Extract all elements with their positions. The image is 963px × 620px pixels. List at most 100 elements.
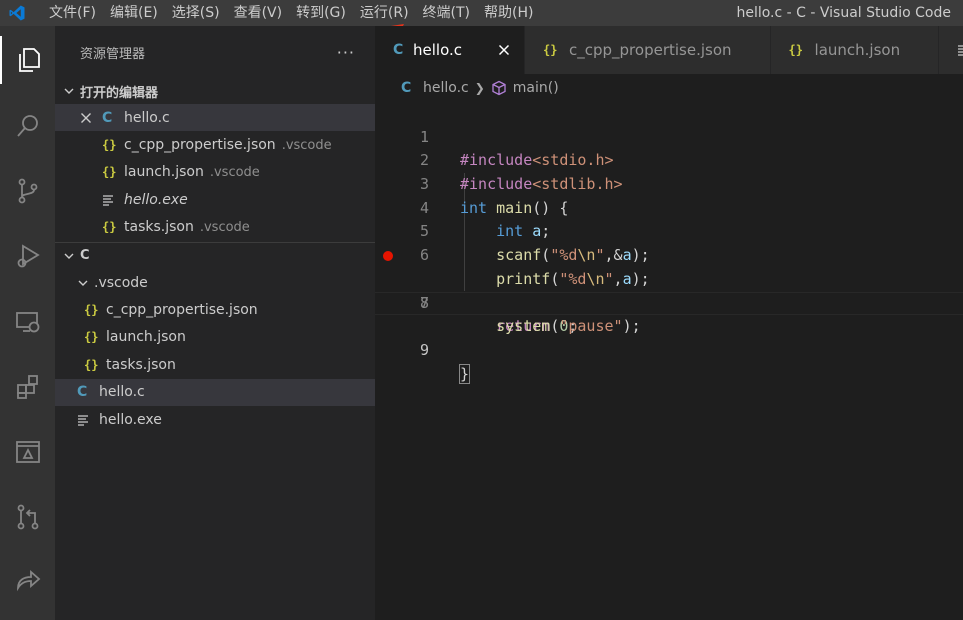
tree-item-name: hello.c bbox=[99, 384, 145, 401]
explorer-sidebar: 资源管理器 ··· 打开的编辑器 C hello.c {} c_cpp_prop… bbox=[55, 26, 375, 620]
chevron-down-icon bbox=[75, 275, 91, 291]
open-editor-desc: .vscode bbox=[281, 137, 332, 153]
pull-requests-icon[interactable] bbox=[0, 493, 55, 541]
menu-selection[interactable]: 选择(S) bbox=[165, 0, 227, 26]
tree-folder-vscode[interactable]: .vscode bbox=[55, 269, 375, 296]
live-share-icon[interactable] bbox=[0, 556, 55, 604]
code-line: 8 system("pause"); bbox=[375, 268, 963, 336]
open-editor-desc: .vscode bbox=[209, 164, 260, 180]
more-actions-button[interactable]: ··· bbox=[337, 43, 355, 62]
folder-label: C bbox=[80, 248, 90, 264]
text-file-icon bbox=[77, 414, 99, 426]
open-editor-name: hello.c bbox=[124, 109, 170, 126]
code-token: system bbox=[496, 317, 551, 336]
json-file-icon: {} bbox=[102, 165, 117, 180]
editor-tabs: C hello.c {} c_cpp_propertise.json {} la… bbox=[375, 26, 963, 74]
json-file-icon: {} bbox=[102, 138, 117, 153]
code-line: 7 return 0; bbox=[375, 244, 963, 335]
chevron-down-icon bbox=[61, 248, 77, 264]
breadcrumb-file[interactable]: hello.c bbox=[423, 80, 469, 96]
code-line: 2 #include<stdlib.h> bbox=[375, 126, 963, 193]
code-token: "pause" bbox=[559, 317, 623, 336]
open-editor-name: hello.exe bbox=[124, 191, 188, 208]
close-icon[interactable] bbox=[80, 112, 102, 124]
vscode-logo-icon bbox=[0, 0, 34, 26]
code-editor[interactable]: 1 #include<stdio.h> 2 #include<stdlib.h>… bbox=[375, 102, 963, 384]
json-file-icon: {} bbox=[84, 357, 99, 372]
code-token: } bbox=[458, 363, 471, 384]
tab-c-cpp-propertise[interactable]: {} c_cpp_propertise.json bbox=[525, 26, 771, 74]
tab-label: hello.c bbox=[413, 41, 462, 59]
open-editor-name: launch.json bbox=[124, 164, 204, 181]
tree-item[interactable]: C hello.c bbox=[55, 378, 375, 406]
open-editor-desc: .vscode bbox=[199, 219, 250, 235]
menu-view[interactable]: 查看(V) bbox=[227, 0, 290, 26]
tree-item[interactable]: {} launch.json bbox=[55, 324, 375, 351]
chevron-right-icon: ❯ bbox=[474, 81, 485, 95]
breakpoint-icon[interactable] bbox=[383, 251, 393, 262]
c-file-icon: C bbox=[393, 42, 404, 58]
title-bar: 文件(F) 编辑(E) 选择(S) 查看(V) 转到(G) 运行(R) 终端(T… bbox=[0, 0, 963, 26]
code-line: 5 scanf("%d\n",&a); bbox=[375, 197, 963, 264]
activity-bar bbox=[0, 26, 55, 620]
tab-hello-c[interactable]: C hello.c bbox=[375, 26, 525, 74]
tree-item[interactable]: {} c_cpp_propertise.json bbox=[55, 296, 375, 323]
tree-item-name: launch.json bbox=[106, 329, 186, 346]
code-line: 1 #include<stdio.h> bbox=[375, 102, 963, 170]
tree-item-name: tasks.json bbox=[106, 356, 176, 373]
open-editor-item[interactable]: {} c_cpp_propertise.json .vscode bbox=[55, 131, 375, 158]
sidebar-header: 资源管理器 ··· bbox=[55, 26, 375, 78]
open-editor-name: c_cpp_propertise.json bbox=[124, 137, 276, 154]
json-file-icon: {} bbox=[543, 43, 558, 57]
tab-label: launch.json bbox=[814, 41, 901, 59]
text-file-icon bbox=[102, 194, 124, 206]
tree-folder-name: .vscode bbox=[94, 274, 148, 291]
folder-header[interactable]: C bbox=[55, 243, 375, 269]
code-line-current: 9 } bbox=[375, 291, 963, 384]
code-token: ( bbox=[550, 317, 560, 336]
code-line: 6 printf("%d\n",a); bbox=[375, 220, 963, 288]
tab-launch-json[interactable]: {} launch.json bbox=[770, 26, 940, 74]
c-file-icon: C bbox=[401, 80, 412, 96]
extensions-icon[interactable] bbox=[0, 363, 55, 411]
tree-item[interactable]: {} tasks.json bbox=[55, 351, 375, 378]
close-icon[interactable] bbox=[498, 44, 510, 56]
tab-label: c_cpp_propertise.json bbox=[569, 41, 732, 59]
json-file-icon: {} bbox=[84, 330, 99, 345]
open-editor-item[interactable]: hello.exe bbox=[55, 186, 375, 213]
open-editors-label: 打开的编辑器 bbox=[80, 85, 159, 101]
menu-edit[interactable]: 编辑(E) bbox=[103, 0, 165, 26]
tree-item-name: hello.exe bbox=[99, 411, 162, 428]
code-line: 4 int a; bbox=[375, 173, 963, 241]
json-file-icon: {} bbox=[102, 220, 117, 235]
open-editors-header[interactable]: 打开的编辑器 bbox=[55, 78, 375, 104]
editor-area: C hello.c {} c_cpp_propertise.json {} la… bbox=[375, 26, 963, 620]
open-editor-item[interactable]: C hello.c bbox=[55, 104, 375, 132]
code-token: ); bbox=[622, 317, 641, 336]
cube-icon bbox=[491, 80, 507, 96]
testing-icon[interactable] bbox=[0, 428, 55, 476]
open-editor-item[interactable]: {} tasks.json .vscode bbox=[55, 214, 375, 241]
c-file-icon: C bbox=[102, 109, 113, 126]
breadcrumb-symbol[interactable]: main() bbox=[513, 80, 559, 96]
menu-help[interactable]: 帮助(H) bbox=[477, 0, 540, 26]
remote-explorer-icon[interactable] bbox=[0, 298, 55, 346]
explorer-icon[interactable] bbox=[0, 36, 55, 84]
tree-item-name: c_cpp_propertise.json bbox=[106, 302, 258, 319]
source-control-icon[interactable] bbox=[0, 167, 55, 215]
menu-terminal[interactable]: 终端(T) bbox=[416, 0, 477, 26]
open-editor-item[interactable]: {} launch.json .vscode bbox=[55, 159, 375, 186]
current-line-highlight bbox=[375, 291, 963, 316]
run-debug-icon[interactable] bbox=[0, 232, 55, 280]
open-editor-name: tasks.json bbox=[124, 219, 194, 236]
breadcrumb: C hello.c ❯ main() bbox=[375, 74, 963, 102]
json-file-icon: {} bbox=[788, 43, 803, 57]
json-file-icon: {} bbox=[84, 303, 99, 318]
chevron-down-icon bbox=[61, 83, 77, 99]
tree-item[interactable]: hello.exe bbox=[55, 406, 375, 433]
search-icon[interactable] bbox=[0, 102, 55, 150]
line-number: 9 bbox=[419, 340, 429, 359]
menu-file[interactable]: 文件(F) bbox=[42, 0, 103, 26]
text-file-icon bbox=[957, 44, 963, 56]
tab-hello-exe[interactable]: he bbox=[939, 26, 963, 74]
